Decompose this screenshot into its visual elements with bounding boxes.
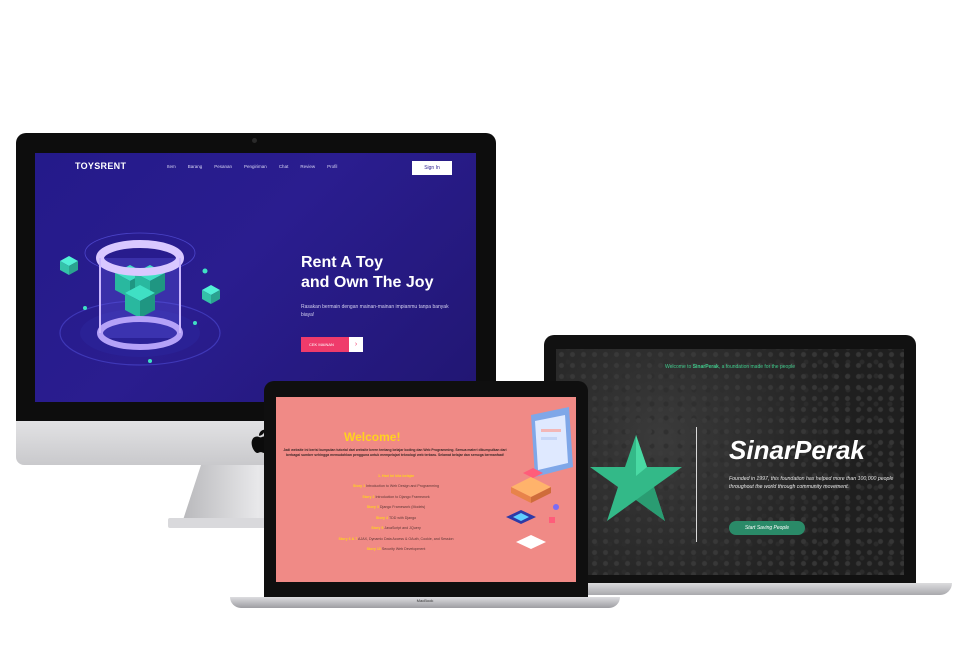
- toysrent-screen: TOYSRENT Item Barang Pesanan Pengiriman …: [35, 153, 476, 402]
- hero-headline-line-2: and Own The Joy: [301, 274, 434, 291]
- nav-item[interactable]: Pengiriman: [244, 164, 267, 169]
- welcome-brand: SinarPerak: [692, 364, 719, 370]
- camera-icon: [252, 138, 257, 143]
- hero-headline-line-1: Rent A Toy: [301, 254, 384, 271]
- story-text: AJAX, Dynamic Data Access & OAuth, Cooki…: [358, 536, 454, 541]
- toysrent-menu: Item Barang Pesanan Pengiriman Chat Revi…: [167, 164, 337, 169]
- toysrent-logo[interactable]: TOYSRENT: [75, 161, 126, 171]
- list-item[interactable]: Story 5 JavaScript and JQuery: [296, 523, 496, 534]
- story-tag: Story 4: [375, 515, 389, 520]
- welcome-screen: Welcome! Jadi website ini berisi kumpula…: [276, 397, 576, 582]
- story-text: Introduction to Web Design and Programmi…: [366, 484, 440, 488]
- nav-item[interactable]: Chat: [279, 164, 289, 169]
- story-list-heading: 1. Hari ini kita belajar: [378, 474, 414, 478]
- isometric-cylinder-illustration: [59, 232, 221, 366]
- check-toys-button[interactable]: CEK MAINAN ›: [301, 337, 363, 352]
- welcome-prefix: Welcome to: [664, 364, 692, 370]
- sign-in-button[interactable]: Sign In: [412, 161, 452, 175]
- nav-item[interactable]: Barang: [188, 164, 203, 169]
- story-tag: Story 2: [362, 494, 375, 499]
- list-item[interactable]: Story 2 Introduction to Django Framework: [296, 492, 496, 503]
- nav-item[interactable]: Profil: [327, 164, 337, 169]
- sinarperak-description: Founded in 1997, this foundation has hel…: [729, 476, 894, 490]
- macbook-right-display: Welcome to SinarPerak, a foundation made…: [544, 335, 916, 585]
- check-toys-label: CEK MAINAN: [309, 342, 334, 347]
- story-text: Introduction to Django Framework: [375, 494, 430, 499]
- story-text: JavaScript and JQuery: [384, 526, 421, 530]
- list-item[interactable]: Story 4 TDD with Django: [296, 513, 496, 524]
- story-text: Security Web Development: [381, 547, 426, 551]
- list-item[interactable]: Story 3 Django Framework (Models): [296, 502, 496, 513]
- story-tag: Story 10: [366, 547, 381, 551]
- story-text: Django Framework (Models): [379, 505, 426, 509]
- macbook-front-display: Welcome! Jadi website ini berisi kumpula…: [264, 381, 588, 597]
- story-list: 1. Hari ini kita belajar Story 1 Introdu…: [296, 471, 496, 555]
- story-tag: Story 1: [352, 484, 366, 488]
- story-tag: Story 6 & 7: [338, 536, 358, 541]
- toysrent-navbar: TOYSRENT Item Barang Pesanan Pengiriman …: [35, 153, 476, 183]
- arrow-right-icon: ›: [349, 337, 363, 352]
- list-item[interactable]: Story 6 & 7 AJAX, Dynamic Data Access & …: [296, 534, 496, 545]
- story-text: TDD with Django: [388, 515, 417, 520]
- start-saving-button[interactable]: Start Saving People: [729, 521, 805, 535]
- sinarperak-title: SinarPerak: [729, 435, 865, 465]
- macbook-right-base: [532, 583, 952, 595]
- sinarperak-screen: Welcome to SinarPerak, a foundation made…: [556, 349, 904, 575]
- nav-item[interactable]: Pesanan: [214, 164, 232, 169]
- welcome-intro: Jadi website ini berisi kumpulan tutoria…: [283, 448, 507, 457]
- imac-display: TOYSRENT Item Barang Pesanan Pengiriman …: [16, 133, 496, 421]
- isometric-devices-illustration: [506, 407, 573, 549]
- welcome-title: Welcome!: [344, 430, 401, 444]
- nav-item[interactable]: Review: [300, 164, 315, 169]
- hero-subtitle: Rasakan bermain dengan mainan-mainan imp…: [301, 304, 449, 318]
- list-item[interactable]: Story 10 Security Web Development: [296, 544, 496, 555]
- nav-item[interactable]: Item: [167, 164, 176, 169]
- divider: [696, 427, 697, 542]
- welcome-suffix: , a foundation made for the people: [718, 364, 795, 370]
- macbook-brand-label: MacBook: [416, 598, 434, 603]
- story-tag: Story 5: [371, 526, 384, 530]
- welcome-line: Welcome to SinarPerak, a foundation made…: [556, 364, 904, 370]
- star-logo-icon: [590, 435, 682, 521]
- list-item[interactable]: Story 1 Introduction to Web Design and P…: [296, 481, 496, 492]
- story-tag: Story 3: [366, 505, 379, 509]
- hero-headline: Rent A Toy and Own The Joy: [301, 253, 471, 293]
